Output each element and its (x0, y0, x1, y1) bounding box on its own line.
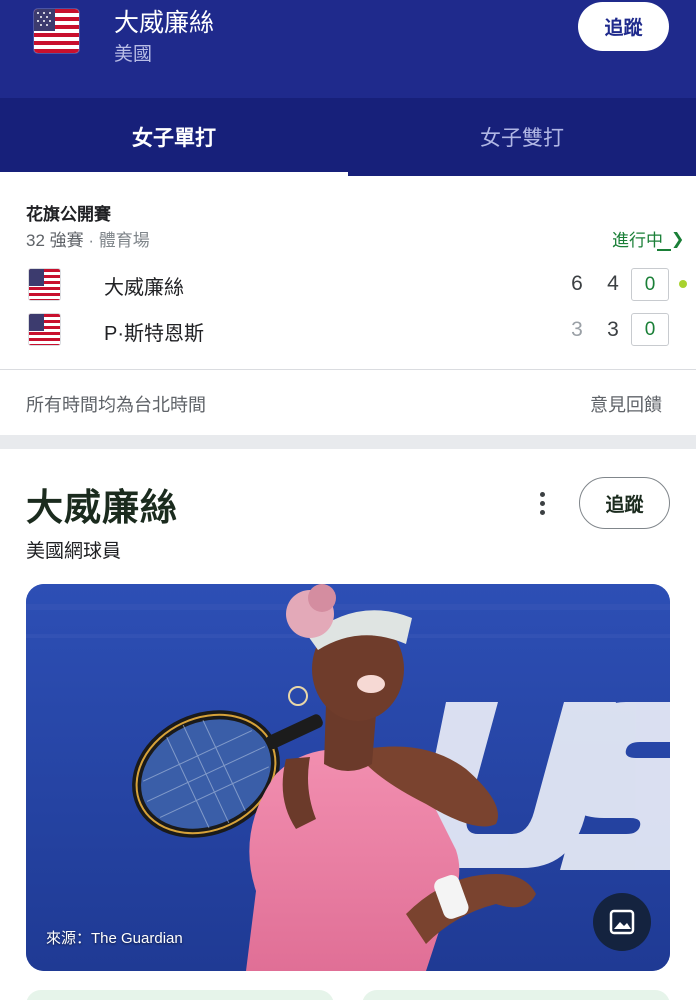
knowledge-panel-subtitle: 美國網球員 (26, 541, 122, 562)
player-1-name[interactable]: 大威廉絲 (104, 271, 184, 300)
tournament-name: 花旗公開賽 (26, 205, 111, 224)
player-header: 大威廉絲 美國 追蹤 女子單打 女子雙打 (0, 0, 696, 176)
player-1-set-1: 6 (571, 272, 583, 295)
us-flag-icon (28, 268, 61, 301)
image-icon[interactable] (593, 893, 651, 951)
live-status-link[interactable]: 進行中 ❯ (612, 226, 684, 251)
player-2-set-1: 3 (571, 318, 583, 341)
venue-label: 體育場 (98, 231, 150, 250)
us-flag-icon (28, 313, 61, 346)
knowledge-panel-title: 大威廉絲 (26, 487, 178, 528)
live-status-underline (657, 249, 671, 251)
knowledge-panel-follow-button[interactable]: 追蹤 (579, 477, 670, 529)
header-country: 美國 (114, 44, 153, 65)
header-follow-button[interactable]: 追蹤 (578, 2, 669, 51)
feedback-link[interactable]: 意見回饋 (590, 391, 662, 417)
match-round: 32 強賽 · 體育場 (26, 231, 150, 250)
timezone-note: 所有時間均為台北時間 (26, 395, 206, 415)
player-1-game-score: 0 (631, 268, 669, 301)
active-tab-indicator (0, 172, 348, 176)
player-1-set-2: 4 (607, 272, 619, 295)
header-player-name: 大威廉絲 (114, 9, 215, 37)
more-vert-icon[interactable] (530, 488, 554, 518)
player-2-name[interactable]: P·斯特恩斯 (104, 317, 204, 346)
round-label: 32 強賽 (26, 231, 84, 250)
serving-indicator (679, 280, 687, 288)
tab-womens-doubles[interactable]: 女子雙打 (348, 98, 696, 176)
event-tabs: 女子單打 女子雙打 (0, 98, 696, 176)
photo-credit: 來源：The Guardian (46, 930, 183, 947)
suggestion-chip[interactable] (362, 990, 670, 1000)
suggestion-chip[interactable] (26, 990, 334, 1000)
divider (0, 369, 696, 370)
us-flag-icon (34, 9, 79, 53)
section-separator (0, 435, 696, 449)
chevron-right-icon: ❯ (671, 230, 685, 248)
live-status-label: 進行中 (612, 231, 663, 250)
player-2-game-score: 0 (631, 313, 669, 346)
tab-womens-singles[interactable]: 女子單打 (0, 98, 348, 176)
player-photo[interactable] (26, 584, 670, 971)
player-2-set-2: 3 (607, 318, 619, 341)
